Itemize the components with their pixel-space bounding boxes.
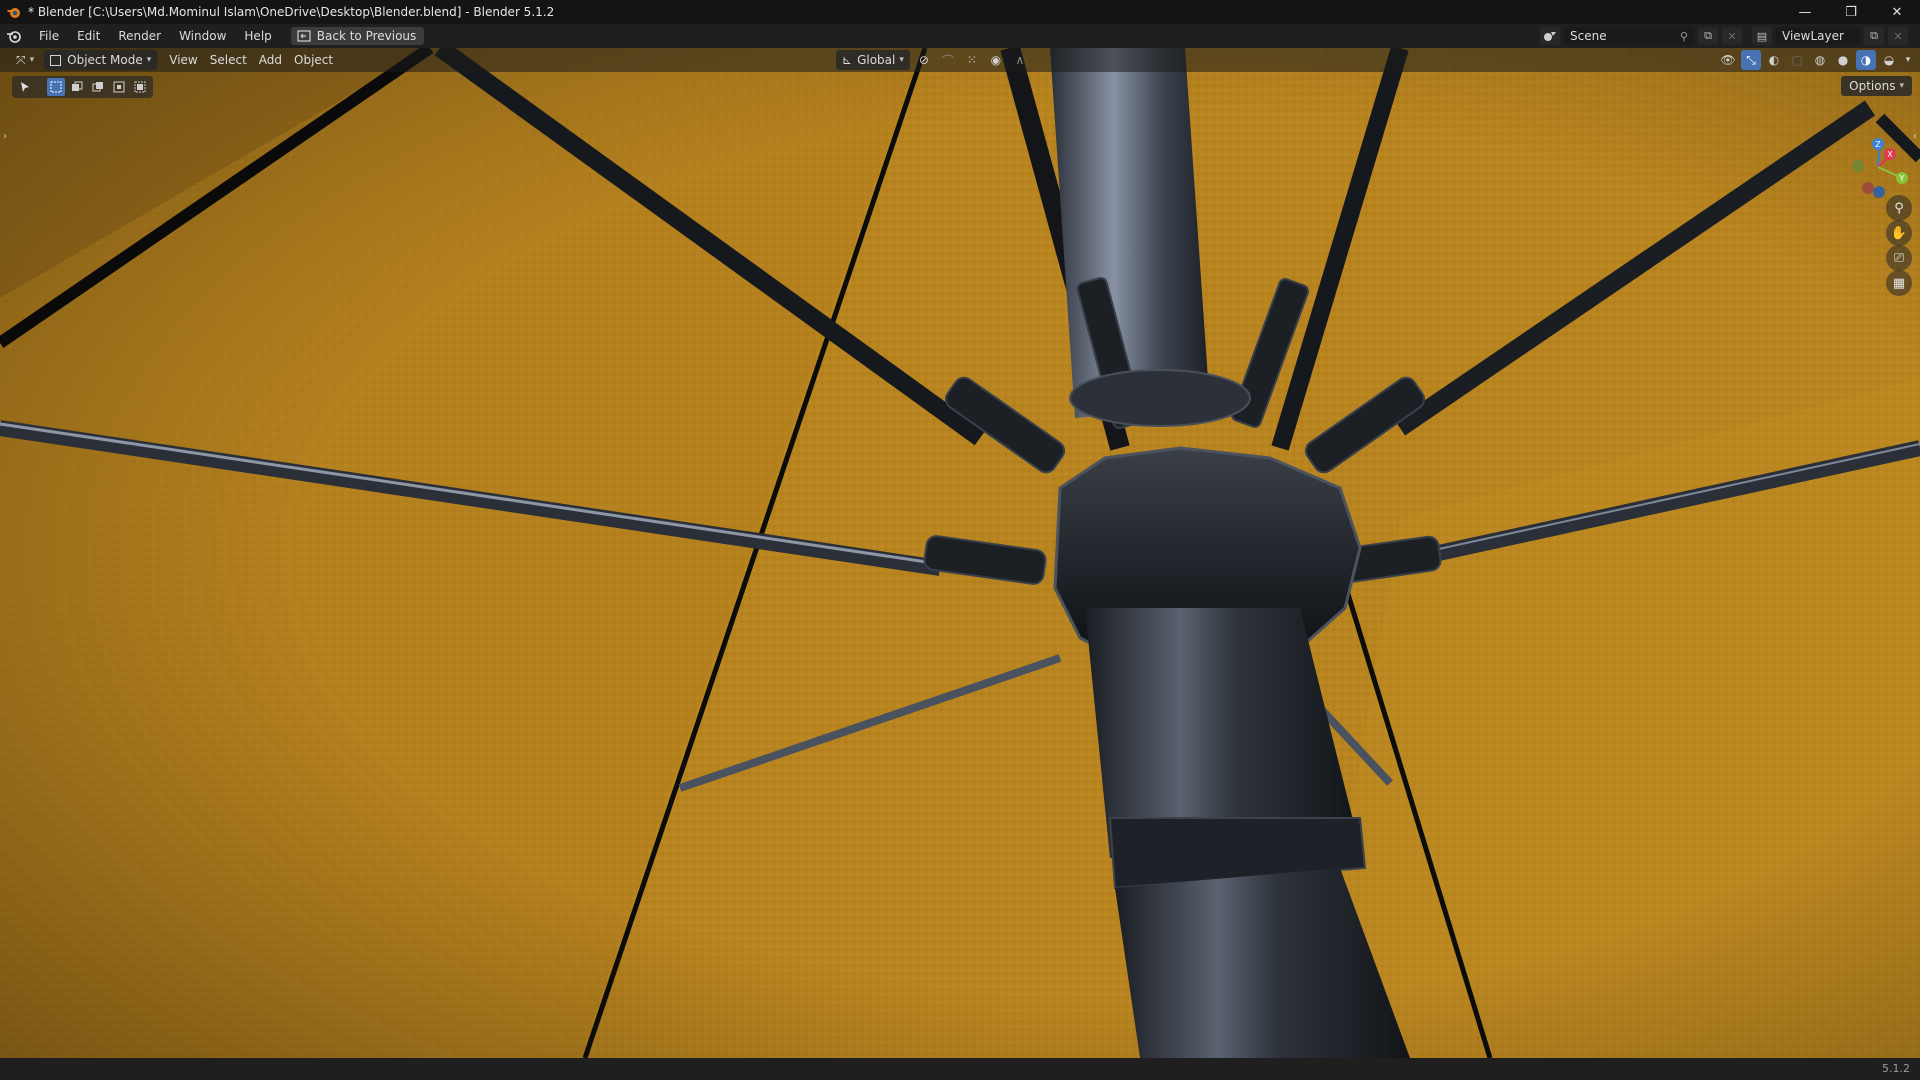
view-menu[interactable]: View xyxy=(163,50,203,70)
object-menu[interactable]: Object xyxy=(288,50,339,70)
menu-help[interactable]: Help xyxy=(235,24,280,48)
mode-invert-icon[interactable] xyxy=(110,78,128,96)
overlay-toggle-icon[interactable]: ◐ xyxy=(1764,50,1784,70)
menu-edit[interactable]: Edit xyxy=(68,24,109,48)
gizmo-neg-z-axis xyxy=(1873,186,1885,198)
view-layer-name-field[interactable]: ViewLayer xyxy=(1776,27,1860,45)
pin-icon[interactable]: ⚲ xyxy=(1680,30,1688,43)
gizmo-neg-y-axis xyxy=(1852,160,1864,172)
mode-subtract-icon[interactable] xyxy=(89,78,107,96)
solid-shading-icon[interactable]: ● xyxy=(1833,50,1853,70)
blender-logo-icon[interactable] xyxy=(4,26,24,46)
gizmo-neg-x-axis xyxy=(1862,182,1874,194)
delete-scene-icon[interactable]: ✕ xyxy=(1722,27,1742,45)
delete-view-layer-icon[interactable]: ✕ xyxy=(1888,27,1908,45)
mode-extend-icon[interactable] xyxy=(68,78,86,96)
transform-orientation-label: Global xyxy=(857,53,896,67)
falloff-icon[interactable]: ∧ xyxy=(1010,50,1030,70)
version-label: 5.1.2 xyxy=(1882,1062,1910,1075)
3d-viewport[interactable]: ⤧ ▾ Object Mode ▾ View Select Add Object ⊾… xyxy=(0,48,1920,1058)
snap-toggle-icon[interactable]: ⌒ xyxy=(938,50,958,70)
toolbar-expand-icon[interactable]: › xyxy=(0,126,10,146)
options-label: Options xyxy=(1849,79,1896,93)
material-preview-shading-icon[interactable]: ◑ xyxy=(1856,50,1876,70)
xray-toggle-icon[interactable]: ▢ xyxy=(1787,50,1807,70)
wireframe-shading-icon[interactable]: ◍ xyxy=(1810,50,1830,70)
minimize-button[interactable]: — xyxy=(1782,0,1828,24)
pivot-point-icon[interactable]: ⊘ xyxy=(914,50,934,70)
close-button[interactable]: ✕ xyxy=(1874,0,1920,24)
title-bar: * Blender [C:\Users\Md.Mominul Islam\One… xyxy=(0,0,1920,24)
pan-hand-icon[interactable]: ✋ xyxy=(1886,220,1912,246)
select-menu[interactable]: Select xyxy=(204,50,253,70)
orientation-axes-icon: ⊾ xyxy=(842,53,853,67)
add-menu[interactable]: Add xyxy=(253,50,288,70)
mode-new-icon[interactable] xyxy=(47,78,65,96)
back-button-label: Back to Previous xyxy=(316,29,417,43)
editor-type-button[interactable]: ⤧ ▾ xyxy=(10,50,40,70)
menu-window[interactable]: Window xyxy=(170,24,235,48)
zoom-icon[interactable]: ⚲ xyxy=(1886,195,1912,221)
status-bar: 5.1.2 xyxy=(0,1058,1920,1080)
object-mode-label: Object Mode xyxy=(67,53,143,67)
navigation-gizmo[interactable]: Z X Y xyxy=(1820,110,1920,210)
rendered-shading-icon[interactable]: ◒ xyxy=(1879,50,1899,70)
shading-options-icon[interactable]: ▾ xyxy=(1902,50,1914,70)
tool-settings-row xyxy=(12,76,153,98)
back-to-previous-button[interactable]: Back to Previous xyxy=(290,27,425,45)
editor-type-icon: ⤧ xyxy=(16,52,26,67)
gizmo-y-label: Y xyxy=(1899,174,1905,183)
gizmo-x-label: X xyxy=(1887,150,1893,159)
collar-ring xyxy=(1069,369,1251,427)
scene-name-field[interactable]: Scene ⚲ xyxy=(1564,27,1694,45)
gizmo-z-label: Z xyxy=(1875,140,1881,149)
view-layer-selector-icon[interactable]: ▤ xyxy=(1752,27,1772,45)
top-menu-bar: File Edit Render Window Help Back to Pre… xyxy=(0,24,1920,48)
proportional-editing-icon[interactable]: ◉ xyxy=(986,50,1006,70)
maximize-button[interactable]: ❐ xyxy=(1828,0,1874,24)
menu-file[interactable]: File xyxy=(30,24,68,48)
back-screen-icon xyxy=(297,30,311,42)
camera-view-icon[interactable]: ⎚ xyxy=(1886,245,1912,271)
options-dropdown[interactable]: Options ▾ xyxy=(1841,76,1912,96)
viewport-header: ⤧ ▾ Object Mode ▾ View Select Add Object ⊾… xyxy=(0,48,1920,72)
scene-selector-icon[interactable] xyxy=(1540,27,1560,45)
window-title: * Blender [C:\Users\Md.Mominul Islam\One… xyxy=(28,5,555,19)
menu-render[interactable]: Render xyxy=(109,24,170,48)
perspective-toggle-icon[interactable]: ▦ xyxy=(1886,270,1912,296)
object-mode-icon xyxy=(50,54,62,66)
new-scene-icon[interactable]: ⧉ xyxy=(1698,27,1718,45)
blender-app-icon xyxy=(7,8,20,18)
scene-name: Scene xyxy=(1570,29,1607,43)
snap-target-icon[interactable]: ⁙ xyxy=(962,50,982,70)
view-layer-name: ViewLayer xyxy=(1782,29,1844,43)
visibility-icon[interactable]: 👁 xyxy=(1718,50,1738,70)
gizmo-toggle-icon[interactable]: ⤡ xyxy=(1741,50,1761,70)
upper-shaft xyxy=(1050,48,1210,418)
sidebar-expand-icon[interactable]: ‹ xyxy=(1910,126,1920,146)
select-tool-icon[interactable] xyxy=(16,78,34,96)
transform-orientation-dropdown[interactable]: ⊾ Global ▾ xyxy=(836,50,910,70)
mode-intersect-icon[interactable] xyxy=(131,78,149,96)
new-view-layer-icon[interactable]: ⧉ xyxy=(1864,27,1884,45)
object-mode-dropdown[interactable]: Object Mode ▾ xyxy=(44,50,158,70)
umbrella-render[interactable] xyxy=(0,48,1920,1058)
